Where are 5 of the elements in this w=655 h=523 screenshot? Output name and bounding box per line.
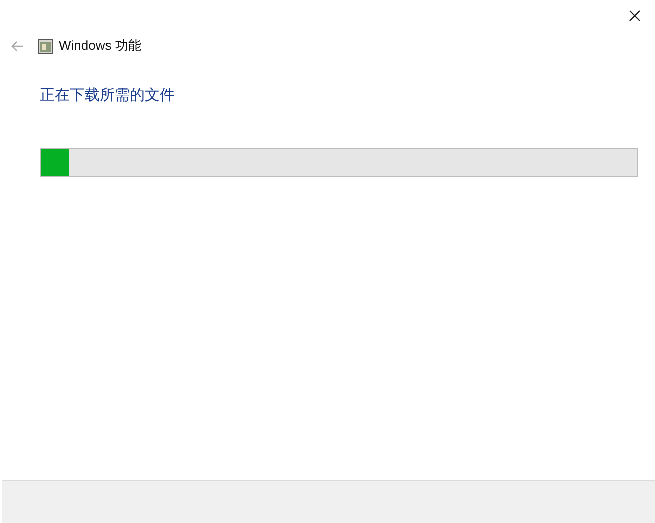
window-title: Windows 功能 — [59, 37, 142, 56]
back-arrow-icon — [10, 40, 24, 52]
window-app-icon — [38, 38, 53, 54]
close-icon — [629, 10, 641, 22]
status-heading: 正在下载所需的文件 — [40, 87, 175, 104]
